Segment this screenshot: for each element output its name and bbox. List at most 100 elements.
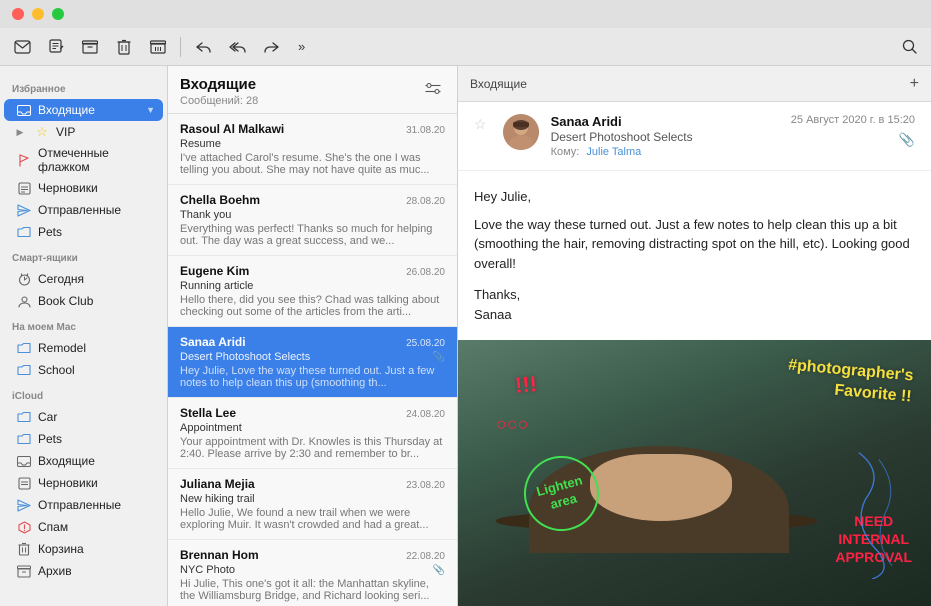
svg-text:»: » [298,40,305,54]
detail-meta-info: Sanaa Aridi Desert Photoshoot Selects Ко… [551,114,779,158]
sidebar-item-sent[interactable]: Отправленные [4,199,163,221]
email-list-header: Входящие Сообщений: 28 [168,66,457,114]
delete-button[interactable] [110,33,138,61]
close-button[interactable] [12,8,24,20]
separator-1 [180,37,181,57]
sidebar-item-icloud-drafts[interactable]: Черновики [4,472,163,494]
email-sender: Sanaa Aridi [180,335,246,349]
sender-avatar [503,114,539,150]
sidebar-item-inbox[interactable]: Входящие ▼ [4,99,163,121]
archive-button[interactable] [76,33,104,61]
attachment-icon: 📎 [433,352,445,363]
detail-to: Кому: Julie Talma [551,146,779,158]
email-date: 28.08.20 [406,196,445,207]
expand-icon: ▼ [146,105,155,115]
detail-subject: Desert Photoshoot Selects [551,130,779,144]
sidebar-item-icloud-trash[interactable]: Корзина [4,538,163,560]
favorites-section-label: Избранное [0,74,167,99]
icloud-drafts-icon [16,475,32,491]
reply-all-button[interactable] [223,33,251,61]
icloud-inbox-icon [16,453,32,469]
add-mailbox-button[interactable]: + [910,75,919,93]
email-list-header-info: Входящие Сообщений: 28 [180,76,258,107]
sidebar-item-drafts-label: Черновики [38,181,155,195]
sidebar-item-today[interactable]: Сегодня [4,268,163,290]
sidebar-item-bookclub[interactable]: Book Club [4,290,163,312]
minimize-button[interactable] [32,8,44,20]
email-list-count: Сообщений: 28 [180,95,258,107]
maximize-button[interactable] [52,8,64,20]
email-subject: New hiking trail [180,493,445,505]
attachment-icon: 📎 [433,565,445,576]
sidebar-item-icloud-archive[interactable]: Архив [4,560,163,582]
flag-icon [16,152,32,168]
sidebar-item-drafts[interactable]: Черновики [4,177,163,199]
vip-expand-icon: ▶ [12,124,28,140]
filter-button[interactable] [421,76,445,100]
sidebar-item-icloud-sent-label: Отправленные [38,498,155,512]
sidebar-item-remodel[interactable]: Remodel [4,337,163,359]
more-button[interactable]: » [291,33,319,61]
detail-body: Hey Julie, Love the way these turned out… [458,171,931,340]
sidebar-item-icloud-car-label: Car [38,410,155,424]
detail-date: 25 Август 2020 г. в 15:20 [791,114,915,126]
search-button[interactable] [895,33,923,61]
email-sender: Juliana Mejia [180,477,255,491]
email-sender: Brennan Hom [180,548,259,562]
sidebar-item-icloud-pets[interactable]: Pets [4,428,163,450]
sidebar-item-icloud-pets-label: Pets [38,432,155,446]
sidebar-item-inbox-label: Входящие [38,103,140,117]
sidebar-item-icloud-car[interactable]: Car [4,406,163,428]
sidebar-item-flagged[interactable]: Отмеченные флажком [4,143,163,177]
compose-button[interactable] [42,33,70,61]
sidebar-item-icloud-spam[interactable]: Спам [4,516,163,538]
face-shape [590,454,732,521]
email-item-rasoul[interactable]: Rasoul Al Malkawi 31.08.20 Resume I've a… [168,114,457,185]
sidebar-item-icloud-sent[interactable]: Отправленные [4,494,163,516]
email-item-sanaa[interactable]: Sanaa Aridi 25.08.20 Desert Photoshoot S… [168,327,457,398]
sidebar-item-icloud-inbox[interactable]: Входящие [4,450,163,472]
sidebar-item-icloud-spam-label: Спам [38,520,155,534]
trash-button[interactable] [144,33,172,61]
sidebar-item-today-label: Сегодня [38,272,155,286]
new-message-button[interactable] [8,33,36,61]
email-item-brennan[interactable]: Brennan Hom 22.08.20 NYC Photo 📎 Hi Juli… [168,540,457,606]
sidebar-item-vip[interactable]: ▶ ☆ VIP [4,121,163,143]
email-preview: I've attached Carol's resume. She's the … [180,152,445,176]
today-icon [16,271,32,287]
icloud-pets-icon [16,431,32,447]
sidebar-item-pets-fav-label: Pets [38,225,155,239]
email-date: 25.08.20 [406,338,445,349]
icloud-spam-icon [16,519,32,535]
forward-button[interactable] [257,33,285,61]
toolbar: » [0,28,931,66]
star-icon: ☆ [34,124,50,140]
email-preview: Hey Julie, Love the way these turned out… [180,365,445,389]
email-subject: NYC Photo 📎 [180,564,445,576]
email-preview: Your appointment with Dr. Knowles is thi… [180,436,445,460]
detail-email-meta: ☆ Sanaa Aridi Desert Photoshoot Selects [474,114,915,158]
annotation-exclamation: !!! [514,371,538,399]
sidebar-item-icloud-inbox-label: Входящие [38,454,155,468]
sidebar-item-school[interactable]: School [4,359,163,381]
reply-button[interactable] [189,33,217,61]
email-preview: Everything was perfect! Thanks so much f… [180,223,445,247]
remodel-folder-icon [16,340,32,356]
email-item-chella[interactable]: Chella Boehm 28.08.20 Thank you Everythi… [168,185,457,256]
email-item-juliana[interactable]: Juliana Mejia 23.08.20 New hiking trail … [168,469,457,540]
mac-section-label: На моем Mac [0,312,167,337]
photo-container: !!! ○○○ #photographer's Favorite !! Ligh… [458,340,931,606]
email-subject: Running article [180,280,445,292]
sent-icon [16,202,32,218]
email-sender: Stella Lee [180,406,236,420]
email-item-eugene[interactable]: Eugene Kim 26.08.20 Running article Hell… [168,256,457,327]
email-sender: Eugene Kim [180,264,249,278]
inbox-icon [16,102,32,118]
detail-attachment-icon: 📎 [899,132,915,148]
email-date: 26.08.20 [406,267,445,278]
sidebar-item-pets-fav[interactable]: Pets [4,221,163,243]
email-item-stella[interactable]: Stella Lee 24.08.20 Appointment Your app… [168,398,457,469]
detail-content: ☆ Sanaa Aridi Desert Photoshoot Selects [458,102,931,606]
email-detail-pane: Входящие + ☆ [458,66,931,606]
star-button[interactable]: ☆ [474,116,487,133]
